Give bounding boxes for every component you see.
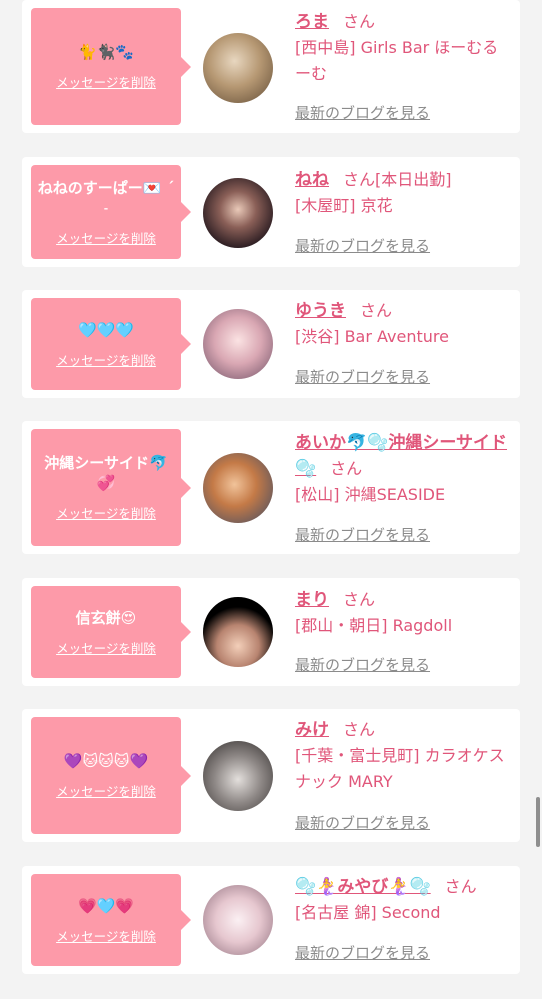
message-bubble: 信玄餅😍 メッセージを削除 xyxy=(31,586,191,678)
message-card: 沖縄シーサイド🐬💞 メッセージを削除 あいか🐬🫧沖縄シーサイド🫧 さん [松山] … xyxy=(22,421,520,554)
message-bubble: 💗🩵💗 メッセージを削除 xyxy=(31,874,191,966)
latest-blog-link[interactable]: 最新のブログを見る xyxy=(295,524,430,545)
latest-blog-link[interactable]: 最新のブログを見る xyxy=(295,235,430,256)
shop-name: [松山] 沖縄SEASIDE xyxy=(295,485,446,504)
latest-blog-link[interactable]: 最新のブログを見る xyxy=(295,812,430,833)
message-bubble: 沖縄シーサイド🐬💞 メッセージを削除 xyxy=(31,429,191,546)
latest-blog-link[interactable]: 最新のブログを見る xyxy=(295,654,430,675)
cast-name-link[interactable]: ねね xyxy=(295,170,329,190)
cast-name-link[interactable]: ろま xyxy=(295,12,329,32)
shop-name: [郡山・朝日] Ragdoll xyxy=(295,616,453,635)
message-card: 信玄餅😍 メッセージを削除 まり さん [郡山・朝日] Ragdoll 最新のブロ… xyxy=(22,578,520,686)
message-card: ねねのすーぱー💌 ˊ˗ メッセージを削除 ねね さん[本日出勤] [木屋町] 京花… xyxy=(22,157,520,267)
message-text: 💜🐱🐱🐱💜 xyxy=(63,752,149,770)
message-bubble: 🩵🩵🩵 メッセージを削除 xyxy=(31,298,191,390)
honorific: さん xyxy=(330,459,363,478)
cast-name-link[interactable]: あいか🐬🫧沖縄シーサイド🫧 xyxy=(295,433,507,479)
avatar[interactable] xyxy=(203,33,273,103)
latest-blog-link[interactable]: 最新のブログを見る xyxy=(295,102,430,123)
shop-name: [西中島] Girls Bar ほーむるーむ xyxy=(295,38,499,83)
delete-message-link[interactable]: メッセージを削除 xyxy=(56,228,156,247)
message-bubble: ねねのすーぱー💌 ˊ˗ メッセージを削除 xyxy=(31,165,191,259)
cast-name-link[interactable]: 🫧🧜‍♀️みやび🧜‍♀️🫧 xyxy=(295,877,431,897)
message-text: 信玄餅😍 xyxy=(75,608,137,627)
message-text: 沖縄シーサイド🐬💞 xyxy=(44,454,168,492)
honorific: さん xyxy=(444,877,477,896)
honorific: さん xyxy=(360,301,393,320)
message-card: 💗🩵💗 メッセージを削除 🫧🧜‍♀️みやび🧜‍♀️🫧 さん [名古屋 錦] Sec… xyxy=(22,866,520,974)
delete-message-link[interactable]: メッセージを削除 xyxy=(56,781,156,800)
avatar[interactable] xyxy=(203,597,273,667)
delete-message-link[interactable]: メッセージを削除 xyxy=(56,926,156,945)
honorific: さん xyxy=(343,12,376,31)
avatar[interactable] xyxy=(203,178,273,248)
avatar[interactable] xyxy=(203,309,273,379)
message-bubble: 🐈🐈‍⬛🐾 メッセージを削除 xyxy=(31,8,191,125)
message-text: ねねのすーぱー💌 ˊ˗ xyxy=(37,178,175,217)
delete-message-link[interactable]: メッセージを削除 xyxy=(56,350,156,369)
name-suffix: [本日出勤] xyxy=(375,170,452,189)
avatar[interactable] xyxy=(203,741,273,811)
message-card: 🩵🩵🩵 メッセージを削除 ゆうき さん [渋谷] Bar Aventure 最新の… xyxy=(22,290,520,398)
latest-blog-link[interactable]: 最新のブログを見る xyxy=(295,366,430,387)
honorific: さん xyxy=(343,720,376,739)
avatar[interactable] xyxy=(203,453,273,523)
shop-name: [渋谷] Bar Aventure xyxy=(295,327,449,346)
cast-name-link[interactable]: ゆうき xyxy=(295,301,346,321)
latest-blog-link[interactable]: 最新のブログを見る xyxy=(295,942,430,963)
message-bubble: 💜🐱🐱🐱💜 メッセージを削除 xyxy=(31,717,191,834)
honorific: さん xyxy=(343,590,376,609)
scrollbar[interactable] xyxy=(536,797,540,847)
cast-name-link[interactable]: まり xyxy=(295,590,329,610)
message-card: 🐈🐈‍⬛🐾 メッセージを削除 ろま さん [西中島] Girls Bar ほーむる… xyxy=(22,0,520,133)
message-card: 💜🐱🐱🐱💜 メッセージを削除 みけ さん [千葉・富士見町] カラオケスナック M… xyxy=(22,709,520,842)
cast-name-link[interactable]: みけ xyxy=(295,720,329,740)
message-text: 💗🩵💗 xyxy=(77,896,135,915)
avatar[interactable] xyxy=(203,885,273,955)
delete-message-link[interactable]: メッセージを削除 xyxy=(56,72,156,91)
shop-name: [名古屋 錦] Second xyxy=(295,903,441,922)
delete-message-link[interactable]: メッセージを削除 xyxy=(56,503,156,522)
shop-name: [千葉・富士見町] カラオケスナック MARY xyxy=(295,746,505,791)
honorific: さん xyxy=(343,170,376,189)
shop-name: [木屋町] 京花 xyxy=(295,196,393,215)
message-text: 🐈🐈‍⬛🐾 xyxy=(77,43,135,61)
message-text: 🩵🩵🩵 xyxy=(77,320,135,339)
delete-message-link[interactable]: メッセージを削除 xyxy=(56,638,156,657)
